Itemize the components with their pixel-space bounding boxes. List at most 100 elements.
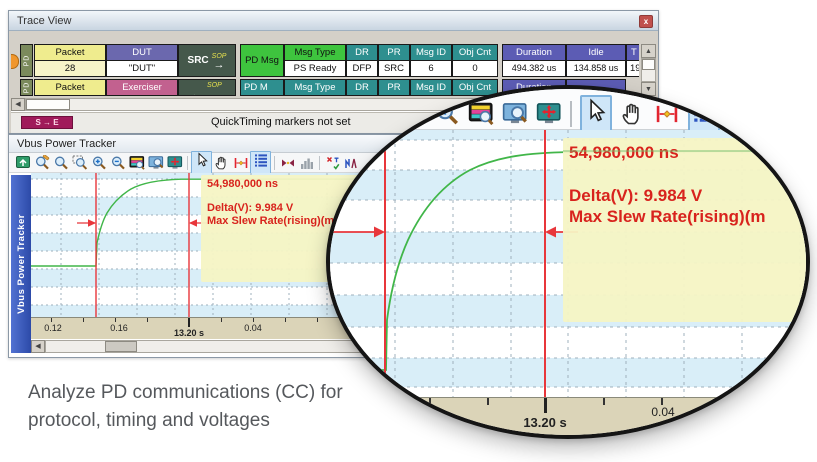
msg-type-value: PS Ready (285, 61, 345, 77)
current-packet-pointer-icon (11, 54, 19, 69)
cursor-axis-tick (188, 318, 190, 327)
zoom-icon[interactable] (53, 155, 69, 171)
caption-line-2: protocol, timing and voltages (28, 407, 343, 435)
axis-label: 0.04 (244, 323, 262, 333)
magnified-toolbar (330, 89, 806, 130)
obj-cnt-value: 0 (453, 61, 497, 77)
device-column: DUT "DUT" (106, 44, 178, 77)
measure-list-selected[interactable] (688, 95, 720, 132)
axis-tick (253, 318, 254, 322)
delta-v-value: Delta(V): 9.984 V (563, 185, 806, 206)
toolbar-separator (187, 156, 188, 170)
device-header: DUT (107, 45, 177, 61)
fit-screen-icon[interactable] (167, 155, 183, 171)
time-cursor-markers[interactable] (77, 173, 208, 317)
dr-column: DR DFP (346, 44, 378, 77)
scroll-thumb[interactable] (26, 99, 70, 110)
histogram-icon[interactable] (299, 155, 315, 171)
start-to-end-button[interactable]: S → E (21, 116, 73, 129)
screen-zoom-icon[interactable] (148, 155, 164, 171)
obj-cnt-header: Obj Cnt (453, 45, 497, 61)
duration-value: 494.382 us (503, 61, 565, 77)
cursor-icon (583, 98, 609, 124)
measure-list-icon (253, 152, 269, 168)
timing-marker-icon[interactable] (233, 155, 249, 171)
magnified-x-axis: 0.16 13.20 s 0.04 (330, 397, 806, 439)
zoom-region-icon[interactable] (72, 155, 88, 171)
dr-value: DFP (347, 61, 377, 77)
device-column: Exerciser (106, 79, 178, 96)
pd-msg-group-cell: PD M (240, 79, 284, 96)
caption-text: Analyze PD communications (CC) for proto… (28, 379, 343, 434)
axis-tick (487, 398, 489, 405)
axis-tick (83, 318, 84, 322)
idle-column: Idle 134.858 us (566, 44, 626, 77)
measure-list-selected[interactable] (250, 151, 271, 174)
max-slew-rate-value: Max Slew Rate(rising)(m (563, 206, 806, 227)
idle-header: Idle (567, 45, 625, 61)
cursor-icon (194, 152, 210, 168)
display-settings-icon[interactable] (129, 155, 145, 171)
zoom-in-icon[interactable] (434, 101, 460, 127)
zoom-in-icon[interactable] (91, 155, 107, 171)
toolbar-separator (319, 156, 320, 170)
scroll-thumb[interactable] (105, 341, 137, 352)
axis-tick (115, 318, 116, 322)
display-settings-icon[interactable] (468, 101, 494, 127)
trace-view-titlebar[interactable]: Trace View x (9, 11, 658, 31)
axis-label: 0.16 (110, 323, 128, 333)
close-button[interactable]: x (639, 15, 653, 28)
idle-value: 134.858 us (567, 61, 625, 77)
pr-value: SRC (379, 61, 409, 77)
axis-label: 0.04 (651, 405, 674, 419)
fit-screen-icon[interactable] (536, 101, 562, 127)
pan-hand-icon[interactable] (620, 101, 646, 127)
axis-tick (51, 318, 52, 322)
pan-hand-icon[interactable] (214, 155, 230, 171)
cursor-axis-tick (544, 398, 547, 413)
sop-arrow-icon: → (212, 61, 227, 69)
sop-label: SOP (207, 82, 222, 89)
scroll-left-button[interactable]: ◀ (31, 340, 45, 353)
scroll-up-button[interactable]: ▲ (641, 44, 656, 58)
screen-zoom-icon[interactable] (502, 101, 528, 127)
packet-column: Packet (34, 79, 106, 96)
cursor-tool-selected[interactable] (191, 151, 212, 174)
role-sop-cell: SOP → (178, 79, 236, 96)
cursor-tool-selected[interactable] (580, 95, 612, 132)
scroll-thumb[interactable] (642, 59, 655, 70)
cursor-axis-label: 13.20 s (523, 415, 566, 430)
axis-tick (661, 398, 663, 405)
export-icon[interactable] (15, 155, 31, 171)
pd-msg-group-cell: PD Msg (240, 44, 284, 77)
packet-value: 28 (35, 61, 105, 77)
zoom-out-icon[interactable] (110, 155, 126, 171)
trace-row-1[interactable]: PD Packet 28 DUT "DUT" SRC SOP → PD Msg … (11, 44, 639, 78)
zoom-edit-icon[interactable] (34, 155, 50, 171)
trace-view-title: Trace View (17, 15, 71, 27)
sop-arrow-icon: → (189, 90, 197, 96)
msg-id-column: Msg ID 6 (410, 44, 452, 77)
collapse-markers-icon[interactable] (280, 155, 296, 171)
duration-header: Duration (503, 45, 565, 61)
msg-id-header: Msg ID (411, 45, 451, 61)
role-sop-cell: SRC SOP → (178, 44, 236, 77)
device-value: "DUT" (107, 61, 177, 77)
axis-tick (429, 398, 431, 405)
vbus-title: Vbus Power Tracker (17, 138, 116, 150)
toolbar-separator (570, 101, 572, 127)
role-value: SRC (188, 55, 209, 66)
vbus-side-label: Vbus Power Tracker (11, 175, 31, 353)
toolbar-separator (274, 156, 275, 170)
magnifier-lens: 54,980,000 ns Delta(V): 9.984 V Max Slew… (326, 85, 810, 439)
zoom-edit-icon[interactable] (400, 101, 426, 127)
axis-tick (317, 318, 318, 322)
packet-header: Packet (35, 80, 105, 96)
page: Trace View x PD Packet 28 DUT "DUT" SRC … (0, 0, 817, 462)
device-header: Exerciser (107, 80, 177, 96)
msg-id-value: 6 (411, 61, 451, 77)
scroll-left-button[interactable]: ◀ (11, 98, 25, 111)
duration-column: Duration 494.382 us (502, 44, 566, 77)
axis-tick (285, 318, 286, 322)
timing-marker-icon[interactable] (654, 101, 680, 127)
